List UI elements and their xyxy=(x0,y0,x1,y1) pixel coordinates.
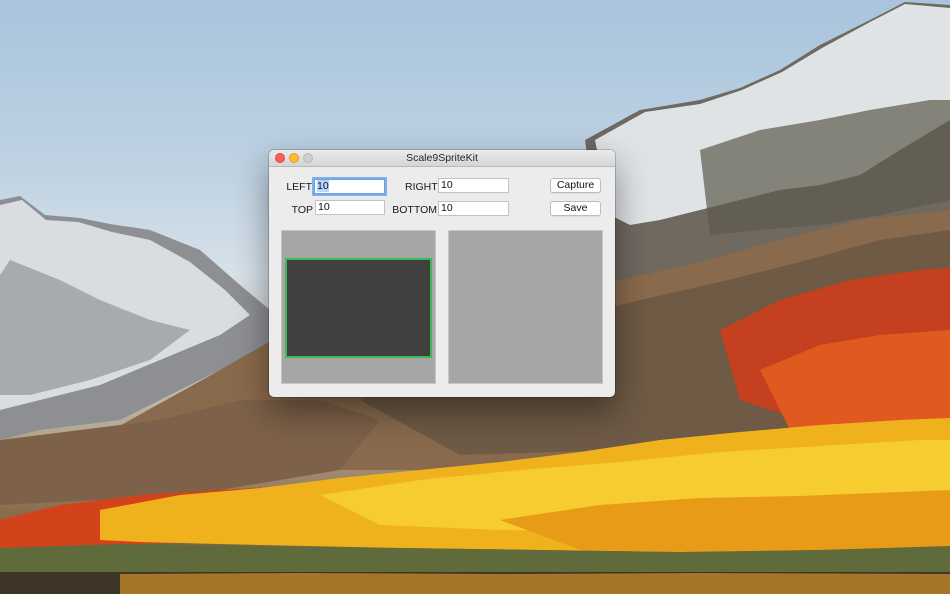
source-sprite-panel[interactable] xyxy=(281,230,436,384)
left-label: LEFT xyxy=(286,181,312,193)
sprite-slice-rect[interactable] xyxy=(285,258,432,358)
save-button[interactable]: Save xyxy=(550,201,601,216)
right-label: RIGHT xyxy=(405,181,438,193)
window-title: Scale9SpriteKit xyxy=(406,152,478,164)
top-label: TOP xyxy=(291,204,313,216)
capture-button[interactable]: Capture xyxy=(550,178,601,193)
left-inset-value: 10 xyxy=(317,180,329,192)
top-inset-field[interactable]: 10 xyxy=(315,200,385,215)
preview-panel xyxy=(448,230,603,384)
bottom-inset-field[interactable]: 10 xyxy=(438,201,509,216)
bottom-label: BOTTOM xyxy=(392,204,437,216)
scale9spritekit-window: Scale9SpriteKit LEFT 10 RIGHT 10 TOP 10 … xyxy=(269,150,615,397)
window-titlebar[interactable]: Scale9SpriteKit xyxy=(269,150,615,167)
right-inset-field[interactable]: 10 xyxy=(438,178,509,193)
left-inset-field[interactable]: 10 xyxy=(314,179,385,194)
